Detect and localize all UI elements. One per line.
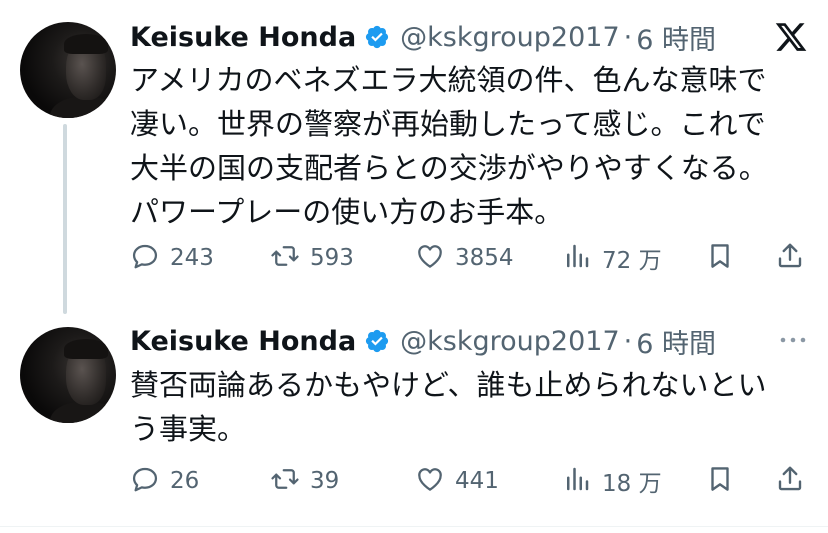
tweet-2[interactable]: Keisuke Honda @kskgroup2017 · 6 時間 賛否両論あ… xyxy=(0,300,828,533)
bookmark-icon xyxy=(705,464,735,498)
repost-count: 593 xyxy=(310,245,354,271)
bottom-divider xyxy=(0,526,828,527)
separator-dot: · xyxy=(623,325,633,357)
share-icon xyxy=(775,241,805,275)
reply-icon xyxy=(130,464,160,498)
like-icon xyxy=(415,464,445,498)
like-button[interactable]: 441 xyxy=(415,461,499,501)
repost-icon xyxy=(270,464,300,498)
tweet-text: 賛否両論あるかもやけど、誰も止められないとい う事実。 xyxy=(130,368,767,446)
views-count: 18 万 xyxy=(602,471,662,497)
tweet-timestamp[interactable]: 6 時間 xyxy=(636,18,716,57)
like-count: 3854 xyxy=(455,245,514,271)
like-count: 441 xyxy=(455,468,499,494)
share-icon xyxy=(775,464,805,498)
share-button[interactable] xyxy=(775,461,805,501)
views-button[interactable]: 18 万 xyxy=(562,461,662,501)
tweet-actions: 26 39 441 18 万 xyxy=(130,461,810,501)
views-count: 72 万 xyxy=(602,248,662,274)
repost-button[interactable]: 39 xyxy=(270,461,339,501)
views-button[interactable]: 72 万 xyxy=(562,238,662,278)
reply-icon xyxy=(130,241,160,275)
author-handle[interactable]: @kskgroup2017 xyxy=(400,22,619,53)
tweet-actions: 243 593 3854 72 万 xyxy=(130,238,810,278)
tweet-text: アメリカのベネズエラ大統領の件、色んな意味で 凄い。世界の警察が再始動したって感… xyxy=(130,63,768,229)
bookmark-button[interactable] xyxy=(705,461,735,501)
tweet-header: Keisuke Honda @kskgroup2017 · 6 時間 xyxy=(130,17,716,57)
author-name[interactable]: Keisuke Honda xyxy=(130,326,356,357)
tweet-timestamp[interactable]: 6 時間 xyxy=(636,322,716,361)
repost-count: 39 xyxy=(310,468,340,494)
tweet-header: Keisuke Honda @kskgroup2017 · 6 時間 xyxy=(130,321,716,361)
author-avatar[interactable] xyxy=(20,327,116,423)
reply-button[interactable]: 26 xyxy=(130,461,199,501)
more-icon[interactable] xyxy=(778,330,808,354)
repost-button[interactable]: 593 xyxy=(270,238,354,278)
repost-icon xyxy=(270,241,300,275)
views-icon xyxy=(562,241,592,275)
share-button[interactable] xyxy=(775,238,805,278)
bookmark-button[interactable] xyxy=(705,238,735,278)
reply-count: 243 xyxy=(170,245,214,271)
x-logo-icon xyxy=(774,20,808,58)
author-handle[interactable]: @kskgroup2017 xyxy=(400,326,619,357)
like-icon xyxy=(415,241,445,275)
author-avatar[interactable] xyxy=(20,22,116,118)
author-name[interactable]: Keisuke Honda xyxy=(130,22,356,53)
like-button[interactable]: 3854 xyxy=(415,238,514,278)
reply-button[interactable]: 243 xyxy=(130,238,214,278)
bookmark-icon xyxy=(705,241,735,275)
views-icon xyxy=(562,464,592,498)
verified-badge-icon xyxy=(364,24,390,50)
reply-count: 26 xyxy=(170,468,200,494)
separator-dot: · xyxy=(623,21,633,53)
verified-badge-icon xyxy=(364,328,390,354)
tweet-1[interactable]: Keisuke Honda @kskgroup2017 · 6 時間 アメリカの… xyxy=(0,0,828,300)
